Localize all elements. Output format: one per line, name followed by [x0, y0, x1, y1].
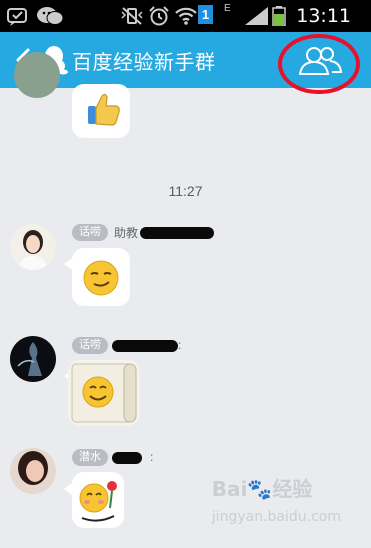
member-level-tag: 话唠 [72, 337, 108, 354]
sender-name: 助教 [114, 226, 139, 240]
vibrate-mute-icon [121, 7, 143, 25]
flower-emoji-sticker [79, 481, 117, 522]
sim-badge-icon: 1 [198, 5, 213, 24]
avatar[interactable] [10, 336, 56, 382]
bubble-tail [64, 258, 72, 270]
signal-icon [245, 7, 268, 25]
sticker-bubble[interactable] [68, 360, 140, 426]
sticker-bubble[interactable] [72, 84, 130, 138]
avatar[interactable] [14, 52, 60, 98]
watermark-label: 经验 [272, 477, 313, 501]
avatar-photo [17, 342, 42, 376]
watermark-url: jingyan.baidu.com [211, 509, 341, 525]
bubble-tail [64, 483, 72, 495]
member-level-tag: 潜水 [72, 449, 108, 466]
alarm-icon [149, 6, 169, 26]
status-time: 13:11 [296, 5, 351, 27]
chat-screen: 1 E 13:11 百度经验新手群 11:27 话唠 助教 话唠: 潜水: … [0, 0, 371, 548]
avatar[interactable] [10, 448, 56, 494]
page-title: 百度经验新手群 [72, 50, 216, 74]
thumbs-up-sticker [88, 93, 120, 126]
name-suffix: : [178, 338, 182, 352]
name-suffix: : [150, 450, 154, 464]
sticker-bubble[interactable] [72, 248, 130, 306]
redacted-name [112, 340, 178, 352]
watermark: Bai🐾经验 jingyan.baidu.com [212, 473, 341, 526]
avatar[interactable] [10, 224, 56, 270]
redacted-name [140, 227, 214, 239]
smirk-emoji-sticker [83, 260, 119, 296]
battery-icon [272, 6, 286, 26]
watermark-brand: Bai [211, 477, 248, 501]
message-icon [7, 8, 27, 26]
wechat-icon [37, 7, 64, 25]
wifi-icon [175, 7, 197, 25]
avatar-photo [18, 451, 48, 485]
sticker-bubble[interactable] [72, 472, 124, 528]
scroll-smile-sticker [71, 363, 137, 423]
member-level-tag: 话唠 [72, 224, 108, 241]
network-type-label: E [224, 3, 231, 14]
paw-icon: 🐾 [247, 477, 273, 501]
redacted-name [112, 452, 142, 464]
annotation-circle [278, 34, 360, 94]
avatar-photo [18, 230, 48, 270]
status-bar: 1 E 13:11 [0, 0, 371, 32]
time-divider: 11:27 [168, 183, 203, 199]
